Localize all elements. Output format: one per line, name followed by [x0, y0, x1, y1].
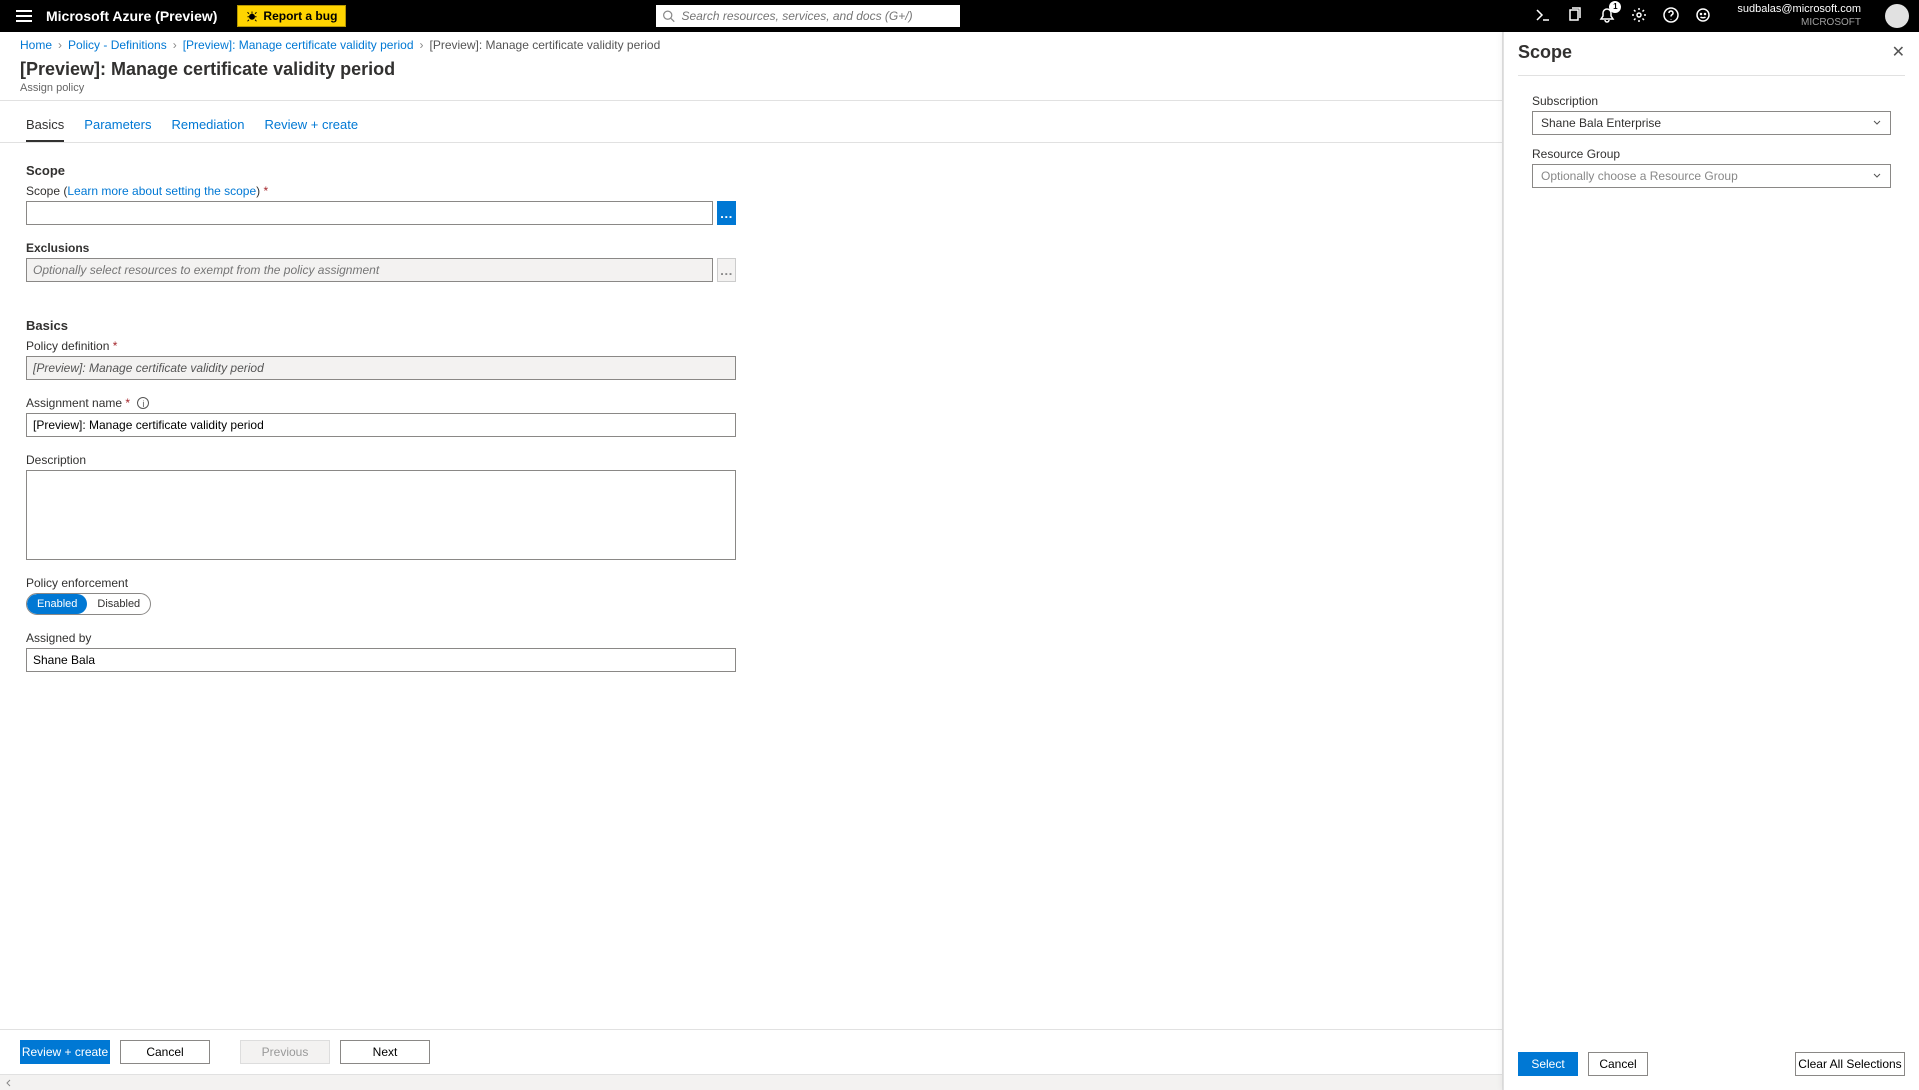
- breadcrumb: Home› Policy - Definitions› [Preview]: M…: [0, 32, 1502, 59]
- breadcrumb-link[interactable]: Home: [20, 38, 52, 52]
- policy-definition-input: [26, 356, 736, 380]
- search-icon: [662, 9, 675, 23]
- clear-selections-button[interactable]: Clear All Selections: [1795, 1052, 1905, 1076]
- account-block[interactable]: sudbalas@microsoft.com MICROSOFT: [1737, 3, 1861, 28]
- assigned-by-label: Assigned by: [26, 631, 1476, 645]
- scope-side-panel: Scope ✕ Subscription Shane Bala Enterpri…: [1503, 32, 1919, 1090]
- policy-definition-label: Policy definition *: [26, 339, 1476, 353]
- breadcrumb-current: [Preview]: Manage certificate validity p…: [430, 38, 661, 52]
- page-header: [Preview]: Manage certificate validity p…: [0, 59, 1502, 101]
- exclusions-input: [26, 258, 713, 282]
- notifications-icon[interactable]: 1: [1599, 7, 1615, 26]
- scope-input[interactable]: [26, 201, 713, 225]
- chevron-down-icon: [1872, 171, 1882, 181]
- bug-icon: [246, 10, 258, 22]
- notification-badge: 1: [1609, 1, 1621, 13]
- bottom-action-bar: Review + create Cancel Previous Next: [0, 1029, 1502, 1074]
- report-bug-button[interactable]: Report a bug: [237, 5, 346, 27]
- subscription-value: Shane Bala Enterprise: [1541, 116, 1661, 130]
- tab-parameters[interactable]: Parameters: [84, 111, 151, 142]
- description-label: Description: [26, 453, 1476, 467]
- side-cancel-button[interactable]: Cancel: [1588, 1052, 1648, 1076]
- review-create-button[interactable]: Review + create: [20, 1040, 110, 1064]
- user-email: sudbalas@microsoft.com: [1737, 3, 1861, 16]
- resource-group-select[interactable]: Optionally choose a Resource Group: [1532, 164, 1891, 188]
- exclusions-label: Exclusions: [26, 241, 1476, 255]
- breadcrumb-link[interactable]: [Preview]: Manage certificate validity p…: [183, 38, 414, 52]
- assigned-by-input[interactable]: [26, 648, 736, 672]
- scope-help-link[interactable]: Learn more about setting the scope: [67, 184, 256, 198]
- enforcement-toggle[interactable]: Enabled Disabled: [26, 593, 151, 615]
- top-bar: Microsoft Azure (Preview) Report a bug 1…: [0, 0, 1919, 32]
- toggle-disabled[interactable]: Disabled: [87, 594, 150, 614]
- subscription-select[interactable]: Shane Bala Enterprise: [1532, 111, 1891, 135]
- breadcrumb-link[interactable]: Policy - Definitions: [68, 38, 167, 52]
- form-area: Scope Scope (Learn more about setting th…: [0, 143, 1502, 1029]
- brand-label: Microsoft Azure (Preview): [46, 8, 217, 24]
- chevron-down-icon: [1872, 118, 1882, 128]
- help-icon[interactable]: [1663, 7, 1679, 26]
- subscription-label: Subscription: [1532, 94, 1891, 108]
- page-subtitle: Assign policy: [20, 82, 1482, 94]
- settings-icon[interactable]: [1631, 7, 1647, 26]
- tenant-label: MICROSOFT: [1737, 17, 1861, 29]
- tab-basics[interactable]: Basics: [26, 111, 64, 142]
- exclusions-picker-button: …: [717, 258, 736, 282]
- chevron-left-icon[interactable]: [4, 1078, 14, 1088]
- resource-group-label: Resource Group: [1532, 147, 1891, 161]
- basics-section-title: Basics: [26, 318, 1476, 333]
- resource-group-placeholder: Optionally choose a Resource Group: [1541, 169, 1738, 183]
- tab-review-create[interactable]: Review + create: [265, 111, 359, 142]
- scope-label: Scope (Learn more about setting the scop…: [26, 184, 1476, 198]
- scope-picker-button[interactable]: …: [717, 201, 736, 225]
- cloud-shell-icon[interactable]: [1535, 7, 1551, 26]
- cancel-button[interactable]: Cancel: [120, 1040, 210, 1064]
- description-textarea[interactable]: [26, 470, 736, 560]
- directories-icon[interactable]: [1567, 7, 1583, 26]
- side-panel-footer: Select Cancel Clear All Selections: [1504, 1038, 1919, 1090]
- info-icon[interactable]: i: [137, 397, 149, 409]
- feedback-icon[interactable]: [1695, 7, 1711, 26]
- global-search[interactable]: [656, 5, 960, 27]
- scope-section-title: Scope: [26, 163, 1476, 178]
- horizontal-scroll[interactable]: [0, 1074, 1502, 1090]
- page-title: [Preview]: Manage certificate validity p…: [20, 59, 1482, 80]
- avatar[interactable]: [1885, 4, 1909, 28]
- hamburger-icon[interactable]: [10, 10, 28, 22]
- toggle-enabled[interactable]: Enabled: [27, 594, 87, 614]
- close-icon[interactable]: ✕: [1892, 42, 1905, 62]
- tab-bar: Basics Parameters Remediation Review + c…: [0, 101, 1502, 143]
- side-panel-title: Scope: [1518, 42, 1572, 63]
- previous-button: Previous: [240, 1040, 330, 1064]
- assignment-name-label: Assignment name * i: [26, 396, 1476, 410]
- next-button[interactable]: Next: [340, 1040, 430, 1064]
- search-input[interactable]: [681, 9, 954, 23]
- select-button[interactable]: Select: [1518, 1052, 1578, 1076]
- assignment-name-input[interactable]: [26, 413, 736, 437]
- tab-remediation[interactable]: Remediation: [172, 111, 245, 142]
- enforcement-label: Policy enforcement: [26, 576, 1476, 590]
